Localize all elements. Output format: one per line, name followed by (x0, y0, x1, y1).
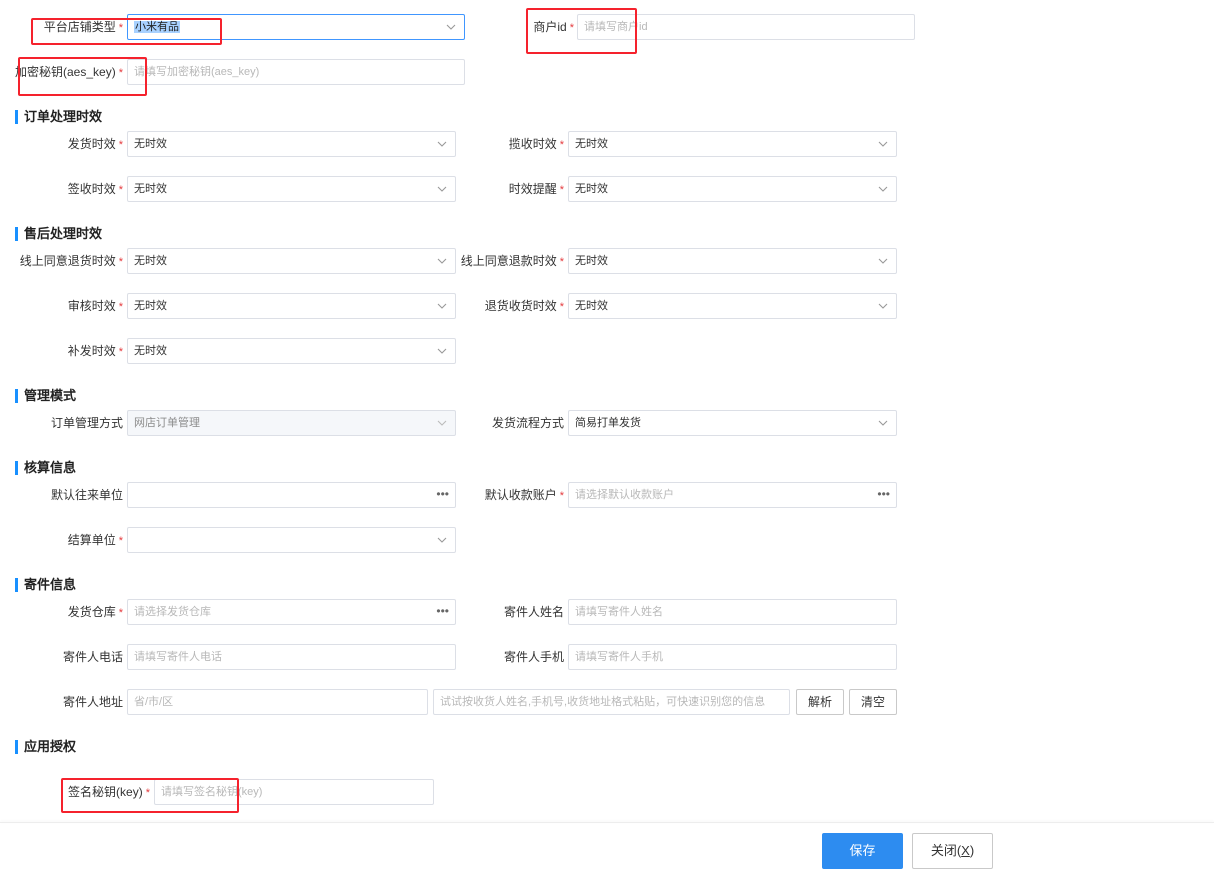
footer-divider (0, 822, 1214, 823)
ship-time-select[interactable]: 无时效 (127, 131, 456, 157)
review-time-label: 审核时效 * (67, 299, 123, 313)
reminder-label: 时效提醒 * (508, 182, 564, 196)
sign-time-value: 无时效 (134, 183, 167, 195)
warehouse-placeholder: 请选择发货仓库 (134, 606, 211, 618)
address-paste-placeholder: 试试按收货人姓名,手机号,收货地址格式粘贴，可快速识别您的信息 (440, 696, 766, 708)
return-receive-label: 退货收货时效 * (484, 299, 564, 313)
ship-time-value: 无时效 (134, 138, 167, 150)
chevron-down-icon (878, 303, 888, 309)
sign-key-placeholder: 请填写签名秘钥(key) (161, 786, 263, 798)
ship-time-label: 发货时效 * (67, 137, 123, 151)
default-account-label: 默认收款账户 * (484, 488, 564, 502)
pickup-time-select[interactable]: 无时效 (568, 131, 897, 157)
sender-mobile-label: 寄件人手机 (503, 650, 564, 664)
ship-flow-select[interactable]: 简易打单发货 (568, 410, 897, 436)
warehouse-label: 发货仓库 * (67, 605, 123, 619)
platform-type-label: 平台店铺类型 * (43, 20, 123, 34)
section-title: 核算信息 (24, 460, 77, 475)
merchant-id-label: 商户id * (533, 20, 574, 34)
section-title: 管理模式 (24, 388, 77, 403)
reminder-select[interactable]: 无时效 (568, 176, 897, 202)
chevron-down-icon (878, 258, 888, 264)
chevron-down-icon (878, 186, 888, 192)
chevron-down-icon (437, 537, 447, 543)
pickup-time-value: 无时效 (575, 138, 608, 150)
ship-flow-label: 发货流程方式 (491, 416, 564, 430)
order-mgmt-value: 网店订单管理 (134, 417, 200, 429)
online-refund-select[interactable]: 无时效 (568, 248, 897, 274)
close-button-label: 关闭 (930, 843, 957, 858)
warehouse-picker[interactable]: 请选择发货仓库 ••• (127, 599, 456, 625)
platform-type-select[interactable]: 小米有品 (127, 14, 465, 40)
default-account-placeholder: 请选择默认收款账户 (575, 489, 674, 501)
sender-name-placeholder: 请填写寄件人姓名 (575, 606, 663, 618)
chevron-down-icon (446, 24, 456, 30)
merchant-id-input[interactable]: 请填写商户id (577, 14, 915, 40)
section-title: 应用授权 (24, 739, 77, 754)
reissue-time-value: 无时效 (134, 345, 167, 357)
online-return-value: 无时效 (134, 255, 167, 267)
sign-key-label: 签名秘钥(key) * (68, 785, 150, 799)
sender-region-placeholder: 省/市/区 (134, 696, 174, 708)
settle-unit-label: 结算单位 * (67, 533, 123, 547)
sender-mobile-input[interactable]: 请填写寄件人手机 (568, 644, 897, 670)
aes-key-placeholder: 请填写加密秘钥(aes_key) (134, 66, 260, 78)
default-unit-picker[interactable]: ••• (127, 482, 456, 508)
chevron-down-icon (437, 348, 447, 354)
review-time-select[interactable]: 无时效 (127, 293, 456, 319)
sender-phone-label: 寄件人电话 (62, 650, 123, 664)
section-title: 订单处理时效 (24, 109, 103, 124)
sender-name-label: 寄件人姓名 (503, 605, 564, 619)
parse-button[interactable]: 解析 (796, 689, 844, 715)
online-return-select[interactable]: 无时效 (127, 248, 456, 274)
order-mgmt-select: 网店订单管理 (127, 410, 456, 436)
aes-key-input[interactable]: 请填写加密秘钥(aes_key) (127, 59, 465, 85)
order-mgmt-label: 订单管理方式 (50, 416, 123, 430)
save-button[interactable]: 保存 (822, 833, 903, 869)
sign-time-label: 签收时效 * (67, 182, 123, 196)
pickup-time-label: 揽收时效 * (508, 137, 564, 151)
reminder-value: 无时效 (575, 183, 608, 195)
clear-button[interactable]: 清空 (849, 689, 897, 715)
default-unit-label: 默认往来单位 (50, 488, 123, 502)
sender-phone-input[interactable]: 请填写寄件人电话 (127, 644, 456, 670)
default-account-picker[interactable]: 请选择默认收款账户 ••• (568, 482, 897, 508)
reissue-time-select[interactable]: 无时效 (127, 338, 456, 364)
close-button[interactable]: 关闭(X) (912, 833, 993, 869)
sign-key-input[interactable]: 请填写签名秘钥(key) (154, 779, 434, 805)
sign-time-select[interactable]: 无时效 (127, 176, 456, 202)
sender-region-input[interactable]: 省/市/区 (127, 689, 428, 715)
aes-key-label: 加密秘钥(aes_key) * (15, 65, 123, 79)
online-refund-value: 无时效 (575, 255, 608, 267)
chevron-down-icon (878, 141, 888, 147)
chevron-down-icon (878, 420, 888, 426)
review-time-value: 无时效 (134, 300, 167, 312)
ellipsis-icon[interactable]: ••• (877, 487, 890, 501)
return-receive-value: 无时效 (575, 300, 608, 312)
address-paste-input[interactable]: 试试按收货人姓名,手机号,收货地址格式粘贴，可快速识别您的信息 (433, 689, 790, 715)
sender-name-input[interactable]: 请填写寄件人姓名 (568, 599, 897, 625)
sender-mobile-placeholder: 请填写寄件人手机 (575, 651, 663, 663)
sender-phone-placeholder: 请填写寄件人电话 (134, 651, 222, 663)
merchant-id-placeholder: 请填写商户id (584, 21, 648, 33)
ship-flow-value: 简易打单发货 (575, 417, 641, 429)
reissue-time-label: 补发时效 * (67, 344, 123, 358)
sender-addr-label: 寄件人地址 (62, 695, 123, 709)
close-hotkey: X (961, 843, 970, 858)
online-return-label: 线上同意退货时效 * (19, 254, 123, 268)
section-title: 售后处理时效 (24, 226, 103, 241)
online-refund-label: 线上同意退款时效 * (460, 254, 564, 268)
return-receive-select[interactable]: 无时效 (568, 293, 897, 319)
platform-type-value: 小米有品 (134, 21, 180, 33)
settle-unit-select[interactable] (127, 527, 456, 553)
section-title: 寄件信息 (24, 577, 77, 592)
